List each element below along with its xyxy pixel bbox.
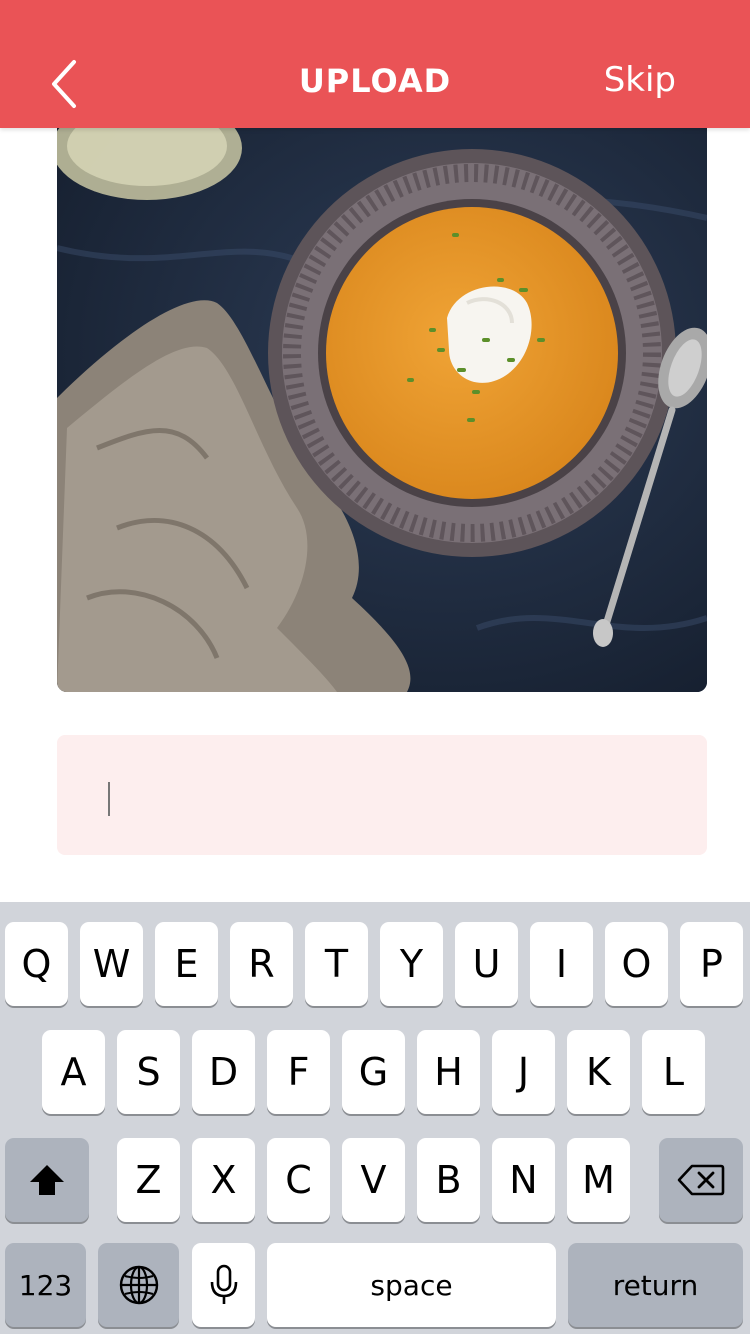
shift-icon xyxy=(30,1165,64,1195)
microphone-icon xyxy=(210,1264,237,1304)
key-b[interactable]: B xyxy=(417,1138,480,1222)
delete-key[interactable] xyxy=(659,1138,743,1222)
key-w[interactable]: W xyxy=(80,922,143,1006)
header-bar: UPLOAD Skip xyxy=(0,0,750,128)
key-k[interactable]: K xyxy=(567,1030,630,1114)
numbers-key[interactable]: 123 xyxy=(5,1243,86,1327)
key-i[interactable]: I xyxy=(530,922,593,1006)
food-photo xyxy=(57,128,707,692)
key-t[interactable]: T xyxy=(305,922,368,1006)
return-key[interactable]: return xyxy=(568,1243,743,1327)
key-r[interactable]: R xyxy=(230,922,293,1006)
space-key[interactable]: space xyxy=(267,1243,556,1327)
key-f[interactable]: F xyxy=(267,1030,330,1114)
caption-field[interactable] xyxy=(57,735,707,855)
shift-key[interactable] xyxy=(5,1138,89,1222)
key-a[interactable]: A xyxy=(42,1030,105,1114)
key-y[interactable]: Y xyxy=(380,922,443,1006)
key-q[interactable]: Q xyxy=(5,922,68,1006)
delete-icon xyxy=(677,1164,725,1196)
globe-key[interactable] xyxy=(98,1243,179,1327)
key-s[interactable]: S xyxy=(117,1030,180,1114)
key-m[interactable]: M xyxy=(567,1138,630,1222)
skip-button[interactable]: Skip xyxy=(604,60,676,100)
key-v[interactable]: V xyxy=(342,1138,405,1222)
key-g[interactable]: G xyxy=(342,1030,405,1114)
key-n[interactable]: N xyxy=(492,1138,555,1222)
caption-input[interactable] xyxy=(117,775,677,819)
globe-icon xyxy=(119,1265,158,1305)
key-o[interactable]: O xyxy=(605,922,668,1006)
key-z[interactable]: Z xyxy=(117,1138,180,1222)
dictation-key[interactable] xyxy=(192,1243,255,1327)
key-d[interactable]: D xyxy=(192,1030,255,1114)
keyboard: Q W E R T Y U I O P A S D F G H J K L Z … xyxy=(0,902,750,1334)
text-caret xyxy=(108,782,110,816)
key-j[interactable]: J xyxy=(492,1030,555,1114)
key-e[interactable]: E xyxy=(155,922,218,1006)
key-p[interactable]: P xyxy=(680,922,743,1006)
key-l[interactable]: L xyxy=(642,1030,705,1114)
key-c[interactable]: C xyxy=(267,1138,330,1222)
key-u[interactable]: U xyxy=(455,922,518,1006)
key-h[interactable]: H xyxy=(417,1030,480,1114)
key-x[interactable]: X xyxy=(192,1138,255,1222)
